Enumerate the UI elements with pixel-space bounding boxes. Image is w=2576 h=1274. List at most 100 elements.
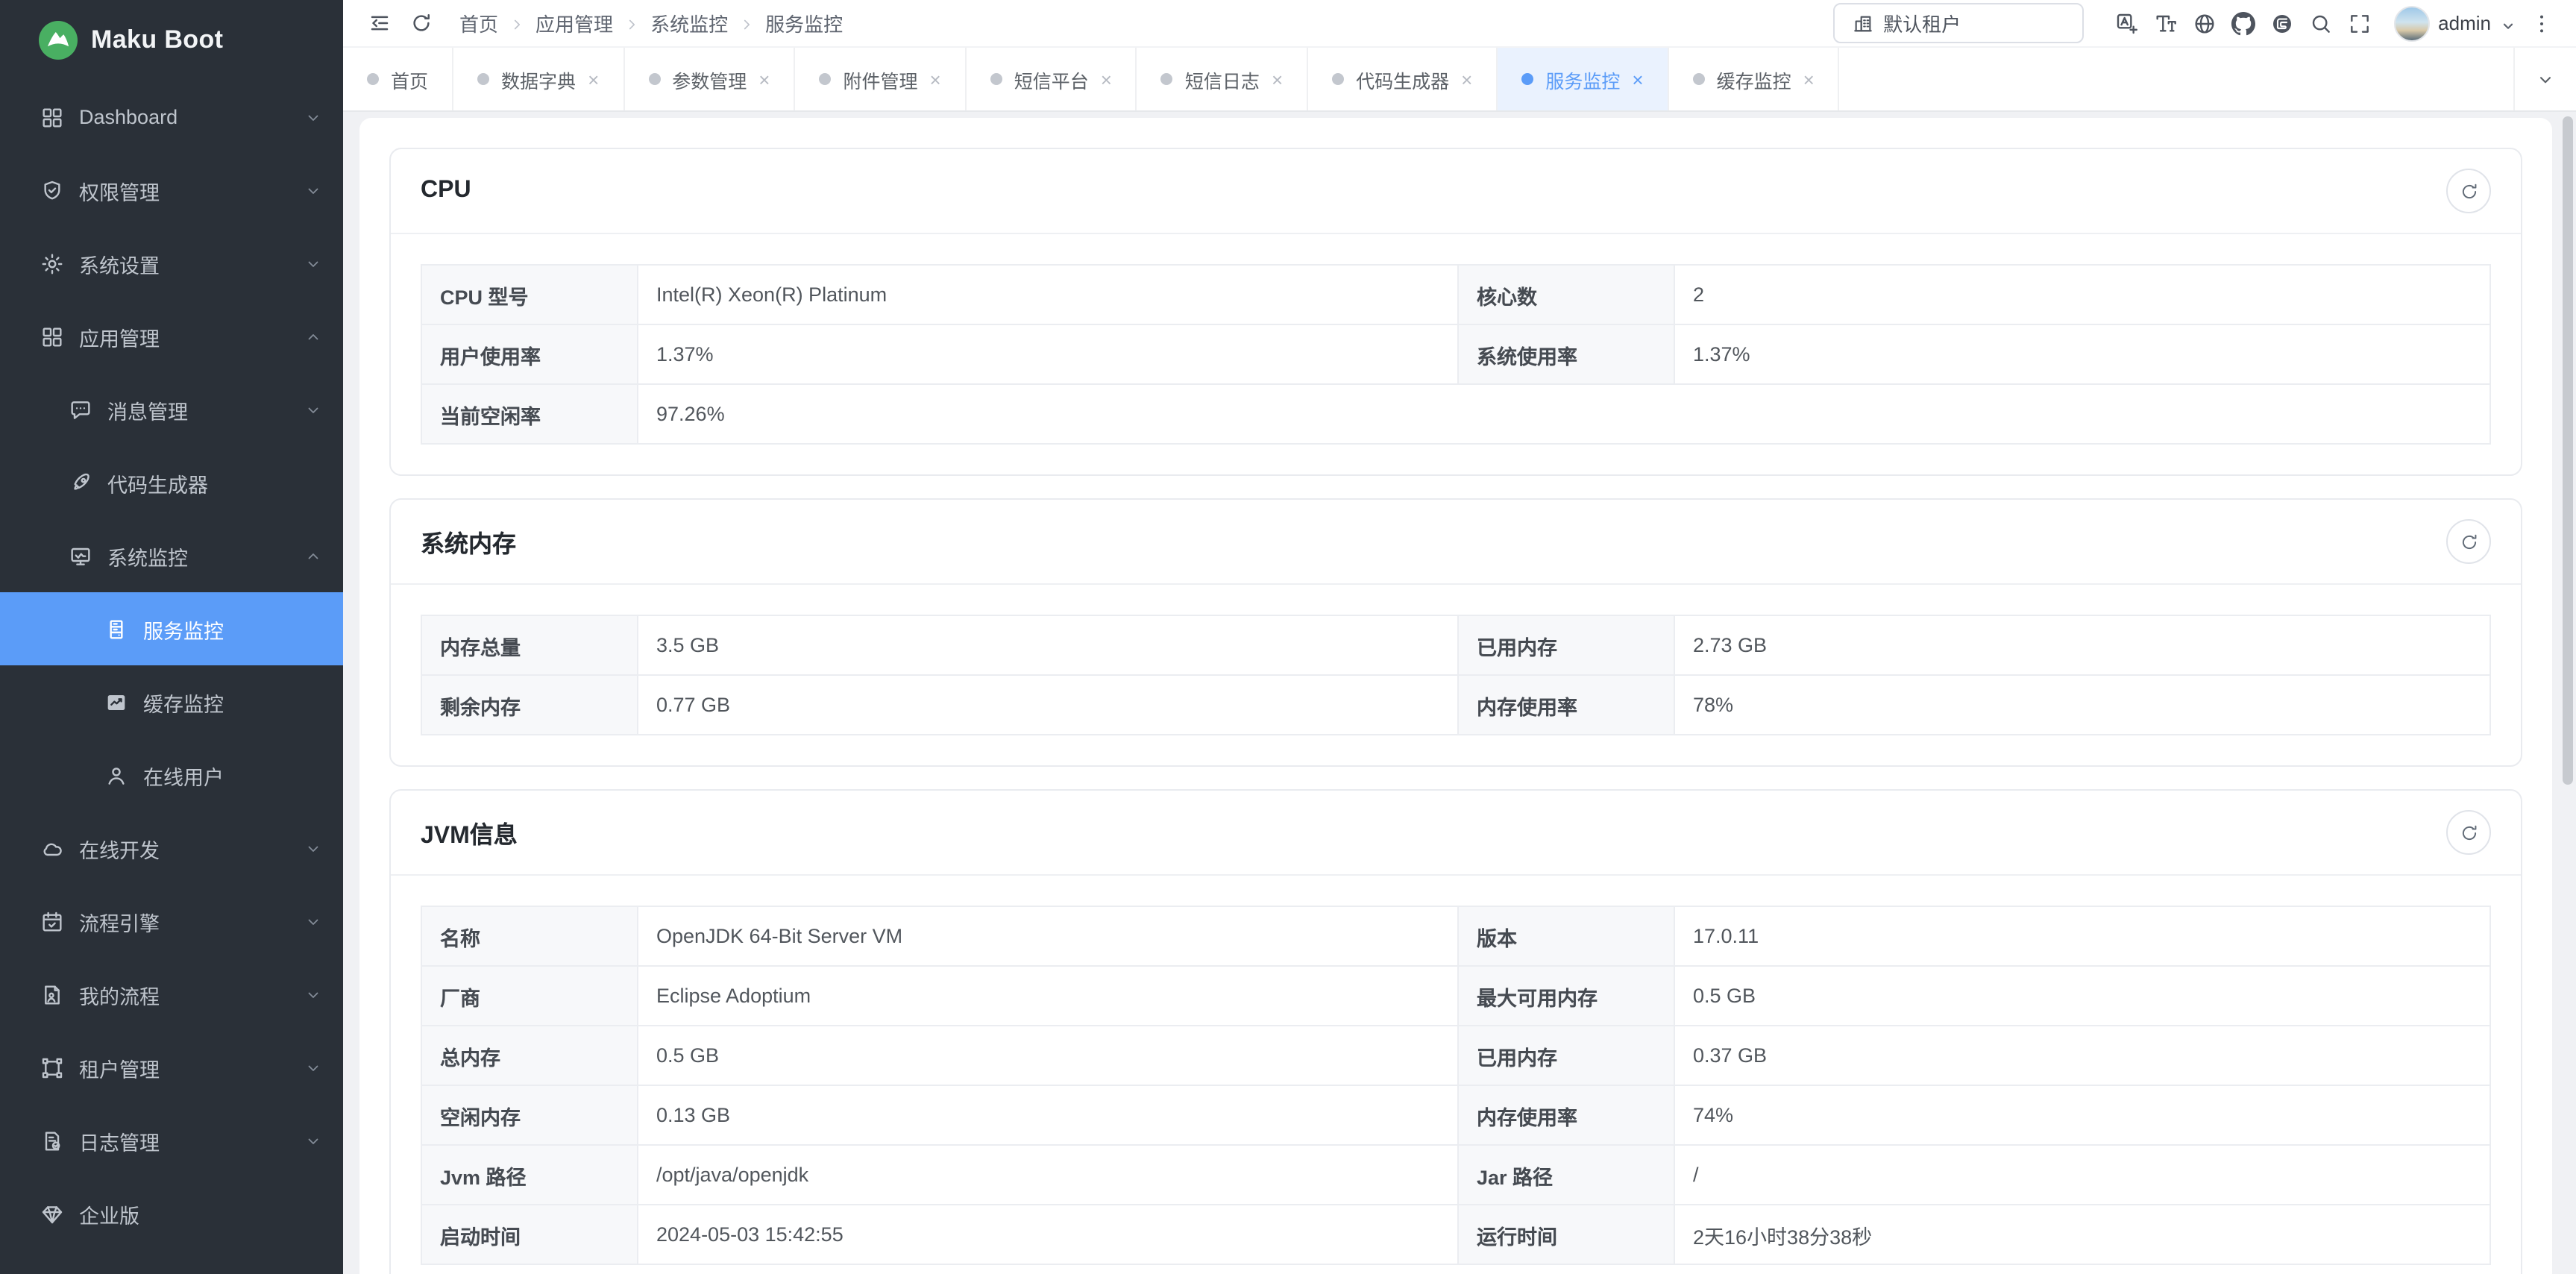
sidebar-item-label: Dashboard <box>79 106 178 128</box>
tenant-select[interactable]: 默认租户 <box>1832 3 2083 43</box>
tab-短信日志[interactable]: 短信日志 × <box>1137 48 1308 110</box>
card-title: JVM信息 <box>421 815 518 850</box>
tab-数据字典[interactable]: 数据字典× <box>453 48 624 110</box>
tab-label: 服务监控 <box>1545 65 1620 93</box>
close-icon[interactable]: × <box>588 69 599 89</box>
sidebar-item-系统设置[interactable]: 系统设置 <box>0 227 343 300</box>
sidebar-item-租户管理[interactable]: 租户管理 <box>0 1031 343 1104</box>
desc-value: 74% <box>1674 1085 2490 1145</box>
desc-value: 2天16小时38分38秒 <box>1674 1205 2490 1264</box>
breadcrumb-item-应用管理[interactable]: 应用管理 <box>535 9 613 37</box>
desc-label: 内存总量 <box>421 615 638 675</box>
doc-check-icon <box>40 1129 64 1152</box>
breadcrumb-item-首页[interactable]: 首页 <box>459 9 498 37</box>
tab-附件管理[interactable]: 附件管理× <box>795 48 966 110</box>
sidebar-item-日志管理[interactable]: 日志管理 <box>0 1104 343 1177</box>
tab-服务监控[interactable]: 服务监控 × <box>1498 48 1668 110</box>
chat-icon <box>69 398 92 421</box>
trend-icon <box>104 690 128 714</box>
tab-代码生成器[interactable]: 代码生成器 × <box>1308 48 1498 110</box>
desc-value: 78% <box>1674 675 2490 735</box>
globe-icon[interactable] <box>2184 4 2223 43</box>
sidebar-item-label: 消息管理 <box>107 395 188 424</box>
table-row: CPU 型号Intel(R) Xeon(R) Platinum核心数2 <box>421 265 2490 324</box>
close-icon[interactable]: × <box>1803 69 1815 89</box>
scrollbar-thumb[interactable] <box>2563 116 2573 785</box>
close-icon[interactable]: × <box>1461 69 1472 89</box>
description-table: 名称OpenJDK 64-Bit Server VM版本17.0.11厂商Ecl… <box>421 906 2491 1265</box>
grid-icon <box>40 324 64 348</box>
tabs-dropdown-icon[interactable] <box>2513 48 2576 110</box>
refresh-page-icon[interactable] <box>403 5 439 41</box>
scrollbar <box>2561 115 2575 1274</box>
sidebar-item-企业版[interactable]: 企业版 <box>0 1177 343 1250</box>
tab-status-dot <box>1332 73 1344 85</box>
card-refresh-icon[interactable] <box>2446 810 2491 855</box>
sidebar-item-代码生成器[interactable]: 代码生成器 <box>0 446 343 519</box>
breadcrumb: 首页 应用管理 系统监控 服务监控 <box>459 9 843 37</box>
tab-label: 短信日志 <box>1185 65 1260 93</box>
tab-label: 代码生成器 <box>1356 65 1449 93</box>
monitor-panel: CPUCPU 型号Intel(R) Xeon(R) Platinum核心数2用户… <box>359 118 2552 1274</box>
tab-list: 首页数据字典×参数管理×附件管理×短信平台×短信日志×代码生成器×服务监控×缓存… <box>343 48 2513 110</box>
table-row: 空闲内存0.13 GB内存使用率74% <box>421 1085 2490 1145</box>
breadcrumb-item-系统监控[interactable]: 系统监控 <box>650 9 728 37</box>
desc-value: /opt/java/openjdk <box>638 1145 1458 1205</box>
card-refresh-icon[interactable] <box>2446 519 2491 564</box>
main-area: 首页应用管理系统监控服务监控 默认租户 admin <box>343 0 2576 1274</box>
desc-value: 17.0.11 <box>1674 906 2490 966</box>
sidebar-item-Dashboard[interactable]: Dashboard <box>0 81 343 154</box>
sidebar-item-在线用户[interactable]: 在线用户 <box>0 738 343 812</box>
sidebar-item-权限管理[interactable]: 权限管理 <box>0 154 343 227</box>
user-menu[interactable]: admin <box>2393 5 2516 41</box>
close-icon[interactable]: × <box>930 69 941 89</box>
sidebar-item-label: 权限管理 <box>79 175 160 205</box>
close-icon[interactable]: × <box>1272 69 1283 89</box>
chevron-down-icon <box>304 254 322 272</box>
chevron-right-icon <box>623 15 640 31</box>
tab-缓存监控[interactable]: 缓存监控× <box>1669 48 1840 110</box>
fullscreen-icon[interactable] <box>2340 4 2378 43</box>
kebab-menu-icon[interactable] <box>2522 4 2561 43</box>
sidebar-fold-icon[interactable] <box>361 5 397 41</box>
tab-短信平台[interactable]: 短信平台× <box>967 48 1137 110</box>
sidebar-item-服务监控[interactable]: 服务监控 <box>0 592 343 665</box>
sidebar-item-Demo[interactable]: Demo <box>0 1250 343 1274</box>
tab-首页[interactable]: 首页 <box>343 48 453 110</box>
desc-label: 最大可用内存 <box>1458 966 1674 1026</box>
close-icon[interactable]: × <box>1632 69 1643 89</box>
cloud-icon <box>40 836 64 860</box>
diamond-icon <box>40 1202 64 1226</box>
desc-label: 核心数 <box>1458 265 1674 324</box>
chevron-down-icon <box>304 401 322 418</box>
sidebar-item-label: 应用管理 <box>79 321 160 351</box>
app-logo[interactable]: Maku Boot <box>0 0 343 81</box>
gitee-icon[interactable] <box>2262 4 2301 43</box>
tab-status-dot <box>477 73 489 85</box>
github-icon[interactable] <box>2223 4 2262 43</box>
font-size-icon[interactable] <box>2146 4 2184 43</box>
search-icon[interactable] <box>2301 4 2340 43</box>
translate-icon[interactable] <box>2107 4 2146 43</box>
desc-value: Intel(R) Xeon(R) Platinum <box>638 265 1458 324</box>
close-icon[interactable]: × <box>1101 69 1112 89</box>
desc-label: 启动时间 <box>421 1205 638 1264</box>
sidebar-item-系统监控[interactable]: 系统监控 <box>0 519 343 592</box>
breadcrumb-item-服务监控[interactable]: 服务监控 <box>765 9 843 37</box>
chevron-down-icon <box>304 985 322 1003</box>
tab-status-dot <box>1161 73 1173 85</box>
sidebar-item-我的流程[interactable]: 我的流程 <box>0 958 343 1031</box>
sidebar-item-消息管理[interactable]: 消息管理 <box>0 373 343 446</box>
card-JVM信息: JVM信息名称OpenJDK 64-Bit Server VM版本17.0.11… <box>389 789 2522 1274</box>
card-refresh-icon[interactable] <box>2446 169 2491 213</box>
sidebar-item-应用管理[interactable]: 应用管理 <box>0 300 343 373</box>
close-icon[interactable]: × <box>758 69 770 89</box>
sidebar-item-缓存监控[interactable]: 缓存监控 <box>0 665 343 738</box>
desc-value: / <box>1674 1145 2490 1205</box>
sidebar-item-在线开发[interactable]: 在线开发 <box>0 812 343 885</box>
desc-label: 运行时间 <box>1458 1205 1674 1264</box>
sidebar-item-label: 缓存监控 <box>143 687 224 717</box>
sidebar-item-流程引擎[interactable]: 流程引擎 <box>0 885 343 958</box>
username: admin <box>2438 12 2491 34</box>
tab-参数管理[interactable]: 参数管理× <box>624 48 795 110</box>
